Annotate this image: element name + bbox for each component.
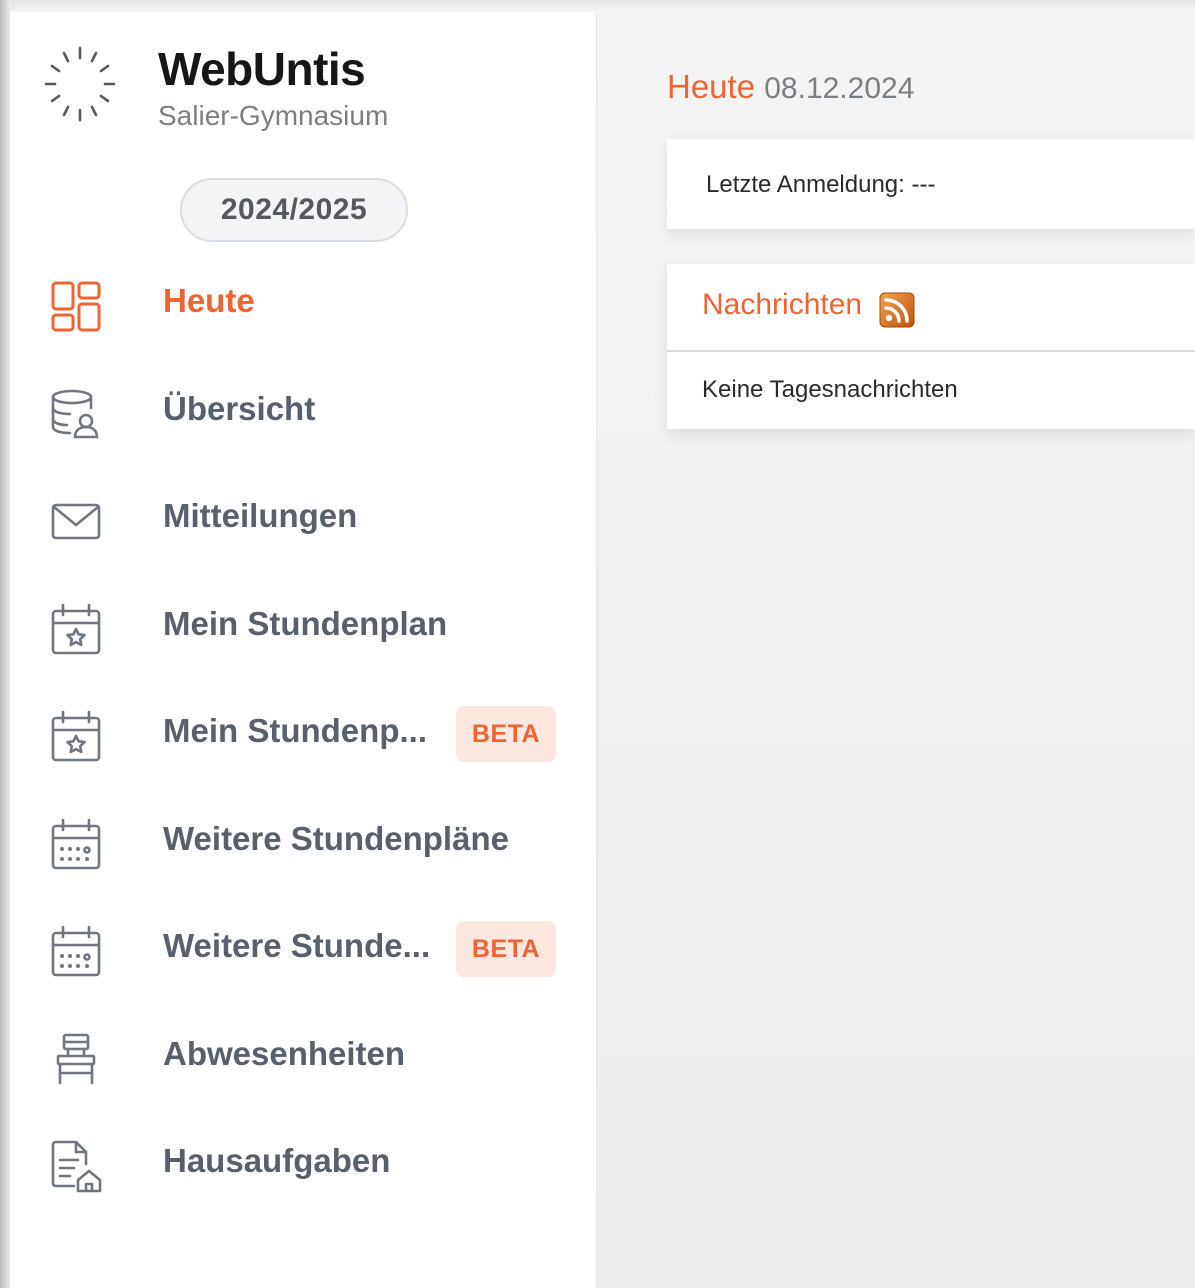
- school-year-selector[interactable]: 2024/2025: [180, 178, 408, 242]
- sidebar-item-label: Weitere Stunde...: [163, 927, 431, 964]
- sidebar-item-abwesenheiten[interactable]: Abwesenheiten: [10, 1007, 596, 1107]
- sidebar-item-uebersicht[interactable]: Übersicht: [10, 362, 596, 462]
- document-home-icon: [51, 1140, 102, 1193]
- sidebar-item-label: Heute: [163, 282, 255, 319]
- sidebar-item-weitere-stundenplaene[interactable]: Weitere Stundenpläne: [10, 792, 596, 892]
- calendar-grid-icon: [51, 818, 101, 870]
- last-login-card: Letzte Anmeldung: ---: [667, 139, 1195, 229]
- database-user-icon: [51, 389, 99, 439]
- window-left-edge: [0, 0, 10, 1288]
- sidebar-item-label: Hausaufgaben: [163, 1142, 391, 1179]
- dashboard-icon: [51, 281, 101, 332]
- sidebar-item-label: Abwesenheiten: [163, 1035, 406, 1072]
- news-empty-text: Keine Tagesnachrichten: [702, 376, 958, 403]
- school-name: Salier-Gymnasium: [158, 100, 389, 131]
- sidebar-item-mein-stundenplan[interactable]: Mein Stundenplan: [10, 577, 596, 677]
- page-date: 08.12.2024: [764, 72, 915, 105]
- beta-badge: BETA: [456, 921, 556, 977]
- rss-feed-icon[interactable]: [879, 292, 915, 328]
- sidebar-item-label: Weitere Stundenpläne: [163, 820, 509, 857]
- calendar-star-icon: [51, 710, 101, 762]
- sidebar-item-hausaufgaben[interactable]: Hausaufgaben: [10, 1114, 596, 1214]
- calendar-grid-icon: [51, 925, 101, 977]
- webuntis-logo-icon: [44, 46, 116, 122]
- news-header: Nachrichten: [667, 264, 1195, 352]
- sidebar-item-weitere-stundenplaene-beta[interactable]: Weitere Stunde... BETA: [10, 899, 596, 999]
- sidebar: WebUntis Salier-Gymnasium 2024/2025 Heut…: [10, 12, 597, 1288]
- app-window: WebUntis Salier-Gymnasium 2024/2025 Heut…: [0, 0, 1195, 1288]
- calendar-star-icon: [51, 603, 101, 655]
- sidebar-item-label: Übersicht: [163, 390, 316, 427]
- news-title: Nachrichten: [702, 288, 863, 321]
- sidebar-item-mitteilungen[interactable]: Mitteilungen: [10, 469, 596, 569]
- page-title-text: Heute: [667, 68, 756, 105]
- sidebar-item-label: Mein Stundenplan: [163, 605, 448, 642]
- news-card: Nachrichten Keine Tagesnachrichten: [667, 264, 1195, 429]
- sidebar-item-heute[interactable]: Heute: [10, 254, 596, 354]
- window-top-edge: [0, 0, 1195, 12]
- beta-badge: BETA: [456, 706, 556, 762]
- sidebar-item-label: Mitteilungen: [163, 497, 358, 534]
- last-login-text: Letzte Anmeldung: ---: [706, 171, 936, 198]
- sidebar-item-mein-stundenplan-beta[interactable]: Mein Stundenp... BETA: [10, 684, 596, 784]
- sidebar-item-label: Mein Stundenp...: [163, 712, 427, 749]
- page-title: Heute 08.12.2024: [667, 68, 914, 106]
- envelope-icon: [51, 503, 101, 540]
- brand-title: WebUntis: [158, 43, 366, 95]
- chair-icon: [56, 1033, 96, 1085]
